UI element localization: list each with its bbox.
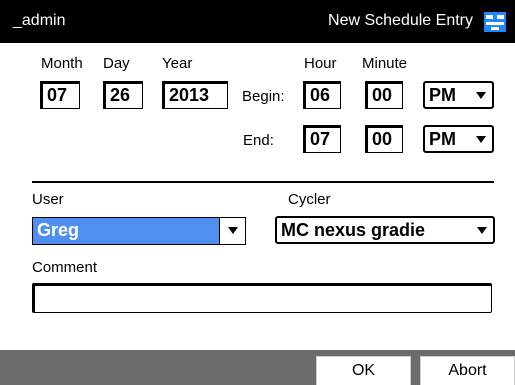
cycler-select[interactable]: MC nexus gradie [275, 216, 495, 244]
comment-label: Comment [32, 259, 98, 276]
begin-label: Begin: [242, 88, 285, 105]
end-minute-field[interactable]: 00 [365, 125, 403, 153]
chevron-down-icon [476, 92, 486, 99]
chevron-down-icon [228, 227, 238, 234]
abort-button[interactable]: Abort [420, 356, 515, 385]
month-label: Month [41, 55, 83, 72]
end-ampm-value: PM [429, 129, 456, 149]
title-bar: _admin New Schedule Entry [0, 0, 515, 43]
user-select-value: Greg [33, 218, 219, 244]
begin-hour-field[interactable]: 06 [303, 81, 341, 109]
ok-button[interactable]: OK [316, 356, 411, 385]
chevron-down-icon [476, 136, 486, 143]
end-hour-field[interactable]: 07 [303, 125, 341, 153]
year-field[interactable]: 2013 [162, 81, 228, 109]
hour-label: Hour [304, 55, 337, 72]
user-label: User [32, 191, 64, 208]
begin-ampm-select[interactable]: PM [423, 81, 494, 109]
window-title: New Schedule Entry [328, 12, 473, 29]
month-field[interactable]: 07 [40, 81, 80, 109]
end-label: End: [243, 132, 274, 149]
cycler-select-value: MC nexus gradie [281, 220, 426, 240]
day-label: Day [103, 55, 130, 72]
user-dropdown-button[interactable] [219, 218, 245, 244]
minute-label: Minute [362, 55, 408, 72]
end-ampm-select[interactable]: PM [423, 125, 494, 153]
section-divider [32, 181, 494, 183]
year-label: Year [162, 55, 193, 72]
username-label: _admin [13, 12, 66, 29]
comment-input[interactable] [32, 283, 492, 313]
user-select[interactable]: Greg [32, 217, 246, 245]
day-field[interactable]: 26 [103, 81, 143, 109]
cycler-label: Cycler [288, 191, 331, 208]
begin-ampm-value: PM [429, 85, 456, 105]
schedule-icon [484, 12, 506, 32]
begin-minute-field[interactable]: 00 [365, 81, 403, 109]
chevron-down-icon [477, 227, 487, 234]
